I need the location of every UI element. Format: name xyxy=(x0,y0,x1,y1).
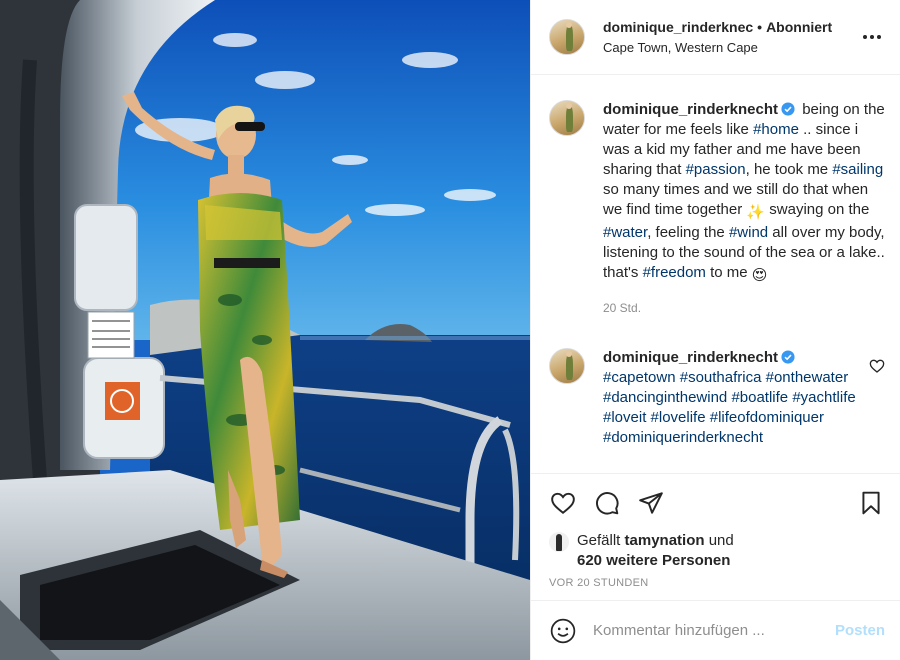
likes-middle: und xyxy=(708,532,734,549)
hashtag-link[interactable]: #boatlife xyxy=(731,389,788,406)
comment-icon[interactable] xyxy=(593,489,621,517)
caption-text-segment: swaying on the xyxy=(765,201,870,218)
comment-body: dominique_rinderknecht #capetown #southa… xyxy=(603,348,861,448)
verified-badge-icon xyxy=(781,102,795,116)
more-horizontal-icon[interactable] xyxy=(860,25,884,49)
hashtag-link[interactable]: #capetown xyxy=(603,369,676,386)
caption-text-segment: , feeling the xyxy=(647,224,729,241)
post-photo[interactable] xyxy=(0,0,530,660)
hashtag-link[interactable]: #yachtlife xyxy=(792,389,855,406)
heart-icon[interactable] xyxy=(549,489,577,517)
hashtag-link[interactable]: #loveit xyxy=(603,409,646,426)
post-timestamp[interactable]: Vor 20 Stunden xyxy=(549,577,885,589)
hashtag-link[interactable]: #water xyxy=(603,224,647,241)
caption-body: dominique_rinderknecht being on the wate… xyxy=(603,100,885,318)
post-header: dominique_rinderknec • Abonniert Cape To… xyxy=(531,0,900,75)
comment: dominique_rinderknecht #capetown #southa… xyxy=(549,348,885,448)
heart-outline-icon[interactable] xyxy=(869,358,885,374)
separator-dot: • xyxy=(757,18,763,35)
post-sidebar: dominique_rinderknec • Abonniert Cape To… xyxy=(530,0,900,660)
author-avatar[interactable] xyxy=(549,19,585,55)
hashtag-link[interactable]: #southafrica xyxy=(680,369,762,386)
caption-avatar[interactable] xyxy=(549,100,585,136)
author-username[interactable]: dominique_rinderknec xyxy=(603,18,753,36)
comment-username[interactable]: dominique_rinderknecht xyxy=(603,349,778,366)
verified-badge-icon xyxy=(781,350,795,364)
comment-hashtags: #capetown #southafrica #onthewater #danc… xyxy=(603,368,861,448)
author-meta: dominique_rinderknec • Abonniert Cape To… xyxy=(603,18,860,57)
liker-username[interactable]: tamynation xyxy=(625,532,705,549)
hashtag-link[interactable]: #sailing xyxy=(832,161,883,178)
hashtag-link[interactable]: #home xyxy=(753,121,799,138)
caption-text: being on the water for me feels like #ho… xyxy=(603,101,885,284)
comment-input[interactable] xyxy=(593,622,835,639)
hashtag-link[interactable]: #lifeofdominiquer xyxy=(710,409,824,426)
caption-text-segment: to me xyxy=(705,264,752,281)
post-actions: Gefällt tamynation und 620 weitere Perso… xyxy=(531,473,900,600)
hashtag-link[interactable]: #dancinginthewind xyxy=(603,389,727,406)
share-icon[interactable] xyxy=(637,489,665,517)
hashtag-link[interactable]: #lovelife xyxy=(651,409,706,426)
follow-status-button[interactable]: Abonniert xyxy=(766,18,832,36)
instagram-post: dominique_rinderknec • Abonniert Cape To… xyxy=(0,0,900,660)
caption-time[interactable]: 20 Std. xyxy=(603,298,885,318)
caption-username[interactable]: dominique_rinderknecht xyxy=(603,101,778,118)
post-button[interactable]: Posten xyxy=(835,622,885,639)
likes-summary: Gefällt tamynation und 620 weitere Perso… xyxy=(549,531,885,571)
smiley-icon[interactable] xyxy=(549,617,577,645)
hashtag-link[interactable]: #wind xyxy=(729,224,768,241)
location-link[interactable]: Cape Town, Western Cape xyxy=(603,39,860,57)
emoji: 😍 xyxy=(751,267,768,284)
emoji: ✨ xyxy=(746,204,766,221)
hashtag-link[interactable]: #passion xyxy=(686,161,746,178)
caption: dominique_rinderknecht being on the wate… xyxy=(549,100,885,318)
post-photo-illustration xyxy=(0,0,530,660)
comment-avatar[interactable] xyxy=(549,348,585,384)
hashtag-link[interactable]: #onthewater xyxy=(766,369,849,386)
hashtag-link[interactable]: #dominiquerinderknecht xyxy=(603,429,763,446)
likes-others[interactable]: 620 weitere Personen xyxy=(577,552,730,569)
likes-text: Gefällt tamynation und 620 weitere Perso… xyxy=(577,531,734,571)
caption-text-segment: , he took me xyxy=(745,161,833,178)
comments-list[interactable]: dominique_rinderknecht being on the wate… xyxy=(531,76,900,473)
add-comment-bar: Posten xyxy=(531,600,900,660)
hashtag-link[interactable]: #freedom xyxy=(643,264,706,281)
bookmark-icon[interactable] xyxy=(857,489,885,517)
liker-avatar[interactable] xyxy=(549,532,569,552)
likes-prefix: Gefällt xyxy=(577,532,621,549)
action-icons-row xyxy=(549,474,885,531)
